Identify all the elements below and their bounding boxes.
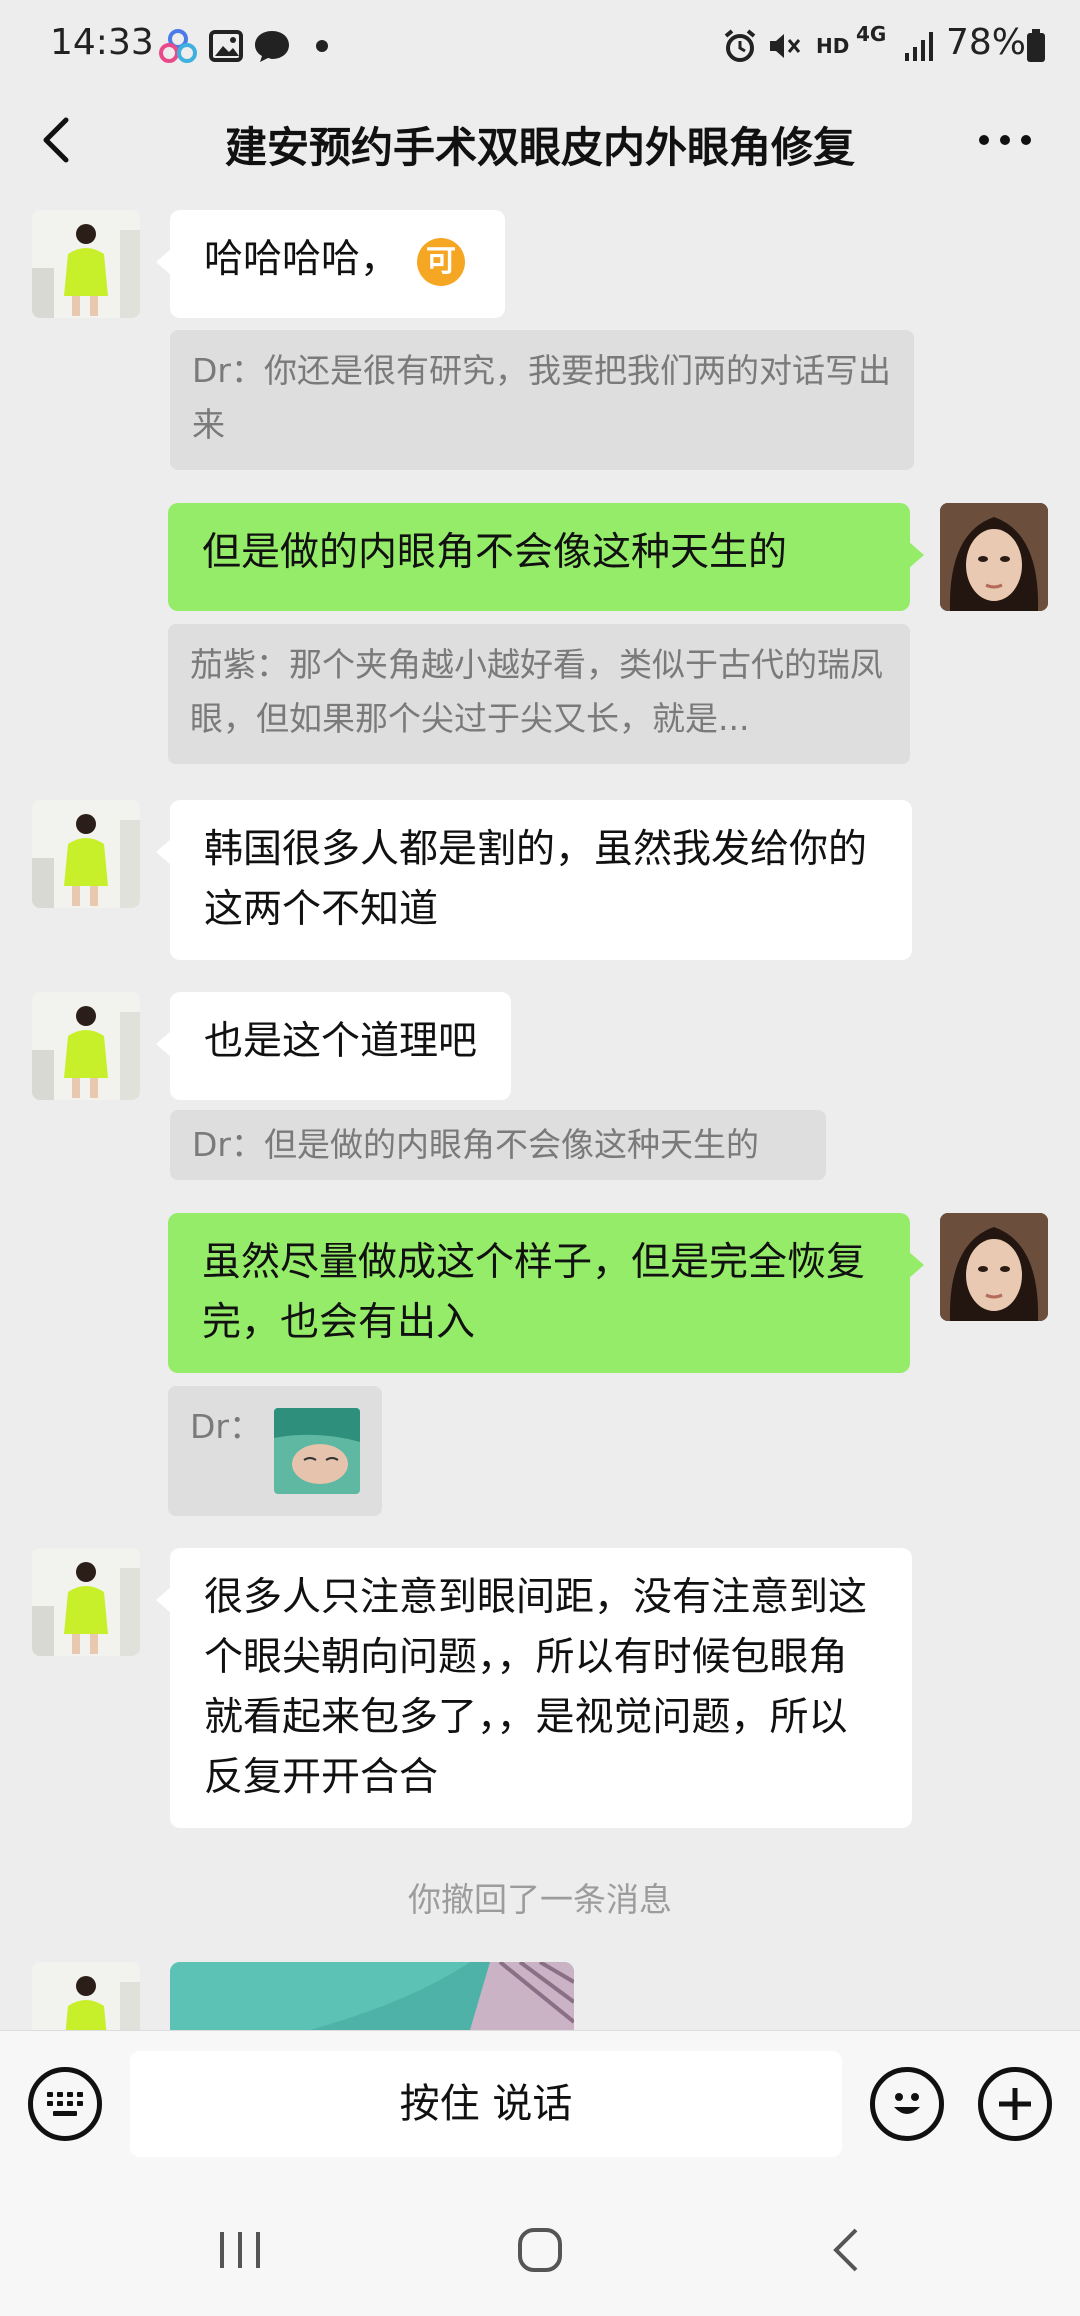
image-message[interactable]: [170, 1962, 574, 2030]
home-icon: [518, 2228, 562, 2272]
battery-percent: 78%: [946, 22, 1027, 63]
contact-avatar[interactable]: [32, 800, 140, 908]
message-bubble[interactable]: 但是做的内眼角不会像这种天生的: [168, 503, 924, 611]
quoted-text: Dr：你还是很有研究，我要把我们两的对话写出来: [192, 351, 891, 444]
system-navigation-bar: [0, 2190, 1080, 2316]
message-bubble[interactable]: 韩国很多人都是割的，虽然我发给你的这两个不知道: [156, 800, 912, 960]
more-functions-button[interactable]: [978, 2067, 1052, 2141]
app-cluster-icon: [158, 26, 198, 66]
message-text: 很多人只注意到眼间距，没有注意到这个眼尖朝向问题，，所以有时候包眼角就看起来包多…: [204, 1575, 868, 1800]
back-arrow-icon: [833, 2228, 858, 2272]
self-avatar[interactable]: [940, 503, 1048, 611]
battery-icon: [1016, 26, 1056, 66]
more-options-button[interactable]: [970, 112, 1040, 168]
plus-icon: [999, 2088, 1031, 2120]
self-avatar[interactable]: [940, 1213, 1048, 1321]
keyboard-icon: [47, 2092, 83, 2116]
signal-icon: [900, 26, 940, 66]
home-button[interactable]: [510, 2220, 570, 2280]
quoted-reply[interactable]: Dr：但是做的内眼角不会像这种天生的: [170, 1110, 826, 1180]
more-dots-icon: [979, 135, 1031, 145]
emoji-button[interactable]: [870, 2067, 944, 2141]
recalled-message-note: 你撤回了一条消息: [408, 1880, 672, 1919]
hd-label: HD: [816, 34, 850, 58]
system-back-button[interactable]: [818, 2220, 878, 2280]
chat-header: 建安预约手术双眼皮内外眼角修复: [0, 92, 1080, 192]
quoted-image-thumbnail[interactable]: [274, 1408, 360, 1494]
contact-avatar[interactable]: [32, 1962, 140, 2030]
quoted-reply[interactable]: Dr：你还是很有研究，我要把我们两的对话写出来: [170, 330, 914, 470]
recent-apps-icon: [220, 2232, 260, 2268]
contact-avatar[interactable]: [32, 1548, 140, 1656]
message-text: 但是做的内眼角不会像这种天生的: [202, 530, 788, 575]
mute-icon: [764, 26, 804, 66]
message-text: 虽然尽量做成这个样子，但是完全恢复完，也会有出入: [202, 1240, 866, 1345]
emoji-ke-icon: 可: [417, 237, 466, 286]
quoted-text: Dr：: [190, 1407, 262, 1446]
gallery-icon: [206, 26, 246, 66]
keyboard-toggle-button[interactable]: [28, 2067, 102, 2141]
quoted-text: 茄紫：那个夹角越小越好看，类似于古代的瑞凤眼，但如果那个尖过于尖又长，就是...: [190, 645, 883, 738]
message-text: 哈哈哈哈，: [204, 237, 400, 282]
recent-apps-button[interactable]: [210, 2220, 270, 2280]
alarm-icon: [720, 26, 760, 66]
network-label: 4G: [856, 22, 887, 46]
status-bar: 14:33 HD 4G 78%: [0, 0, 1080, 92]
chat-title: 建安预约手术双眼皮内外眼角修复: [224, 123, 855, 172]
quoted-reply[interactable]: 茄紫：那个夹角越小越好看，类似于古代的瑞凤眼，但如果那个尖过于尖又长，就是...: [168, 624, 910, 764]
contact-avatar[interactable]: [32, 992, 140, 1100]
quoted-image-reply[interactable]: Dr：: [168, 1386, 382, 1516]
message-bubble[interactable]: 也是这个道理吧: [155, 992, 512, 1100]
message-text: 韩国很多人都是割的，虽然我发给你的这两个不知道: [204, 827, 868, 932]
smiley-icon: [894, 2093, 920, 2114]
dot-icon: [302, 26, 342, 66]
message-bubble[interactable]: 很多人只注意到眼间距，没有注意到这个眼尖朝向问题，，所以有时候包眼角就看起来包多…: [156, 1548, 912, 1828]
status-time: 14:33: [50, 22, 154, 63]
hold-to-talk-button[interactable]: 按住 说话: [130, 2051, 842, 2157]
contact-avatar[interactable]: [32, 210, 140, 318]
quoted-text: Dr：但是做的内眼角不会像这种天生的: [192, 1125, 759, 1164]
message-bubble[interactable]: 哈哈哈哈， 可: [155, 210, 506, 318]
input-bar: 按住 说话: [0, 2030, 1080, 2191]
chat-notification-icon: [252, 26, 292, 66]
message-text: 也是这个道理吧: [204, 1019, 478, 1064]
message-bubble[interactable]: 虽然尽量做成这个样子，但是完全恢复完，也会有出入: [168, 1213, 924, 1373]
